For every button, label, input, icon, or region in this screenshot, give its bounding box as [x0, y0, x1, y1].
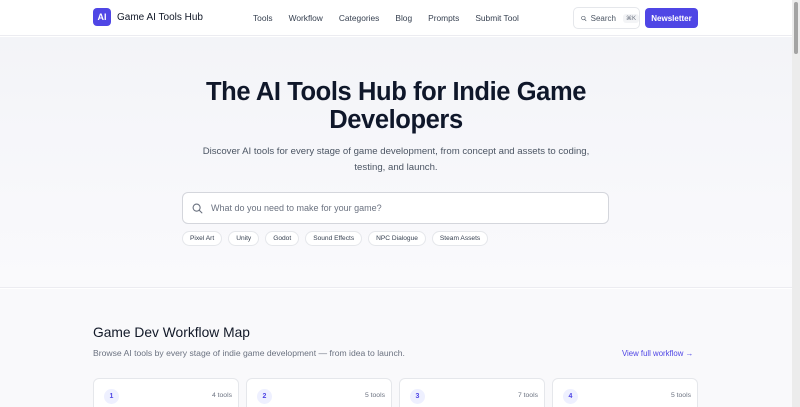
workflow-cards: 1 4 tools 2 5 tools 3 7 tools 4 5 tools: [93, 378, 698, 407]
logo-text: Game AI Tools Hub: [117, 11, 203, 23]
workflow-subtitle: Browse AI tools by every stage of indie …: [93, 348, 405, 358]
page-scrollbar[interactable]: [792, 0, 800, 407]
suggestion-chips: Pixel Art Unity Godot Sound Effects NPC …: [182, 231, 489, 246]
nav-item-categories[interactable]: Categories: [339, 13, 380, 23]
hero-title-line-1: The AI Tools Hub for Indie Game: [205, 78, 587, 106]
hero-title: The AI Tools Hub for Indie Game Develope…: [0, 78, 792, 134]
stage-tool-count: 7 tools: [517, 392, 538, 399]
hero-subtitle: Discover AI tools for every stage of gam…: [0, 144, 792, 175]
tool-search-input[interactable]: [211, 203, 571, 213]
stage-tool-count: 5 tools: [364, 392, 385, 399]
search-label: Search: [590, 13, 616, 23]
nav-item-prompts[interactable]: Prompts: [428, 13, 459, 23]
search-icon: [581, 15, 587, 21]
chip-steam-assets[interactable]: Steam Assets: [431, 231, 489, 246]
site-logo[interactable]: AI Game AI Tools Hub: [93, 8, 203, 26]
hero-subtitle-line-2: testing, and launch.: [354, 161, 438, 173]
chip-pixel-art[interactable]: Pixel Art: [182, 231, 223, 246]
stage-number: 1: [104, 389, 119, 404]
hero-title-line-2: Developers: [329, 106, 463, 134]
workflow-section: Game Dev Workflow Map Browse AI tools by…: [0, 289, 792, 407]
stage-number: 3: [410, 389, 425, 404]
scrollbar-thumb[interactable]: [794, 2, 798, 54]
chip-npc-dialogue[interactable]: NPC Dialogue: [368, 231, 426, 246]
nav-item-workflow[interactable]: Workflow: [289, 13, 323, 23]
workflow-title: Game Dev Workflow Map: [93, 325, 250, 340]
newsletter-button[interactable]: Newsletter: [645, 8, 698, 28]
nav-item-tools[interactable]: Tools: [253, 13, 273, 23]
header-search-button[interactable]: Search ⌘K: [573, 7, 640, 29]
workflow-stage-card[interactable]: 4 5 tools: [552, 378, 698, 407]
view-full-workflow-link[interactable]: View full workflow →: [622, 349, 693, 358]
search-icon: [192, 203, 203, 213]
logo-badge: AI: [93, 8, 111, 26]
chip-godot[interactable]: Godot: [265, 231, 300, 246]
stage-number: 2: [257, 389, 272, 404]
nav-item-submit-tool[interactable]: Submit Tool: [475, 13, 519, 23]
top-header: AI Game AI Tools Hub Tools Workflow Cate…: [0, 0, 792, 36]
hero-subtitle-line-1: Discover AI tools for every stage of gam…: [202, 146, 590, 157]
chip-unity[interactable]: Unity: [228, 231, 260, 246]
search-shortcut-badge: ⌘K: [622, 13, 639, 23]
stage-tool-count: 5 tools: [670, 392, 691, 399]
stage-tool-count: 4 tools: [211, 392, 232, 399]
workflow-stage-card[interactable]: 2 5 tools: [246, 378, 392, 407]
stage-number: 4: [563, 389, 578, 404]
tool-search-box[interactable]: [182, 192, 609, 224]
nav-item-blog[interactable]: Blog: [395, 13, 412, 23]
chip-sound-effects[interactable]: Sound Effects: [305, 231, 363, 246]
main-nav: Tools Workflow Categories Blog Prompts S…: [253, 13, 519, 23]
workflow-stage-card[interactable]: 3 7 tools: [399, 378, 545, 407]
workflow-stage-card[interactable]: 1 4 tools: [93, 378, 239, 407]
